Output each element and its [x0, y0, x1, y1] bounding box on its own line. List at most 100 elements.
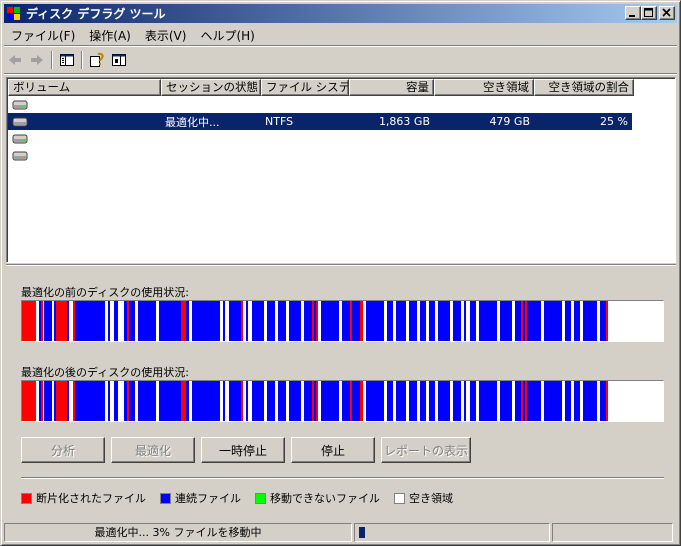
free-segment: [450, 381, 452, 421]
contiguous-segment: [583, 381, 597, 421]
defrag-app-icon: [7, 6, 20, 20]
close-button[interactable]: [659, 6, 675, 20]
free-segment: [69, 301, 73, 341]
free-segment: [467, 301, 469, 341]
maximize-button[interactable]: [641, 6, 657, 20]
free-segment: [497, 381, 499, 421]
menu-help[interactable]: ヘルプ(H): [193, 27, 261, 44]
volume-row-selected[interactable]: 最適化中... NTFS 1,863 GB 479 GB 25 %: [8, 113, 632, 130]
show-hide-console-tree-button[interactable]: [56, 49, 78, 71]
volume-row[interactable]: [8, 96, 632, 113]
contiguous-segment: [54, 301, 56, 341]
volume-row[interactable]: [8, 130, 632, 147]
analyze-button[interactable]: 分析: [21, 437, 105, 463]
free-segment: [597, 381, 599, 421]
contiguous-segment: [124, 301, 127, 341]
volume-cell: [8, 116, 161, 128]
contiguous-segment: [314, 301, 316, 341]
contiguous-segment: [321, 381, 339, 421]
free-segment: [571, 381, 573, 421]
fragmented-segment: [312, 381, 314, 421]
defrag-button[interactable]: 最適化: [111, 437, 195, 463]
column-session-status[interactable]: セッションの状態: [161, 79, 261, 96]
contiguous-segment: [192, 301, 220, 341]
contiguous-segment: [54, 381, 56, 421]
free-segment: [339, 301, 342, 341]
free-segment: [111, 301, 113, 341]
volume-list[interactable]: ボリューム セッションの状態 ファイル システム 容量 空き領域 空き領域の割合…: [6, 77, 676, 263]
volume-cell: [8, 150, 161, 162]
contiguous-segment: [565, 381, 571, 421]
action-pane-icon: [112, 54, 126, 66]
title-bar[interactable]: ディスク デフラグ ツール: [4, 4, 677, 23]
contiguous-segment: [229, 301, 241, 341]
free-segment: [220, 301, 222, 341]
volume-list-header: ボリューム セッションの状態 ファイル システム 容量 空き領域 空き領域の割合: [8, 79, 634, 96]
back-button[interactable]: [4, 49, 26, 71]
free-segment: [417, 301, 419, 341]
progress-panel: [354, 523, 550, 542]
contiguous-segment: [267, 301, 275, 341]
free-segment: [541, 381, 543, 421]
menu-action[interactable]: 操作(A): [82, 27, 138, 44]
minimize-button[interactable]: [625, 6, 641, 20]
splitter[interactable]: [6, 264, 676, 266]
free-segment: [118, 381, 120, 421]
column-volume[interactable]: ボリューム: [8, 79, 161, 96]
free-segment: [189, 381, 191, 421]
free-cell: 479 GB: [489, 115, 530, 128]
legend-contiguous: 連続ファイル: [160, 490, 241, 506]
view-report-button[interactable]: レポートの表示: [381, 437, 471, 463]
free-segment: [220, 381, 222, 421]
forward-arrow-icon: [31, 55, 43, 65]
free-swatch: [394, 492, 405, 504]
fragmented-segment: [525, 381, 527, 421]
column-capacity[interactable]: 容量: [349, 79, 434, 96]
forward-button[interactable]: [26, 49, 48, 71]
contiguous-segment: [192, 381, 220, 421]
fragmented-segment: [521, 301, 523, 341]
free-segment: [597, 301, 599, 341]
fragmented-segment: [606, 301, 608, 341]
free-segment: [275, 301, 277, 341]
free-segment: [105, 301, 107, 341]
menu-file[interactable]: ファイル(F): [4, 27, 82, 44]
volume-row[interactable]: [8, 147, 632, 164]
contiguous-segment: [470, 381, 476, 421]
contiguous-segment: [600, 301, 606, 341]
contiguous-segment: [352, 381, 360, 421]
column-free-space[interactable]: 空き領域: [434, 79, 534, 96]
progress-fill: [359, 527, 365, 538]
free-segment: [301, 381, 303, 421]
contiguous-segment: [289, 381, 301, 421]
contiguous-segment: [304, 381, 312, 421]
free-segment: [189, 301, 191, 341]
contiguous-segment: [314, 381, 316, 421]
toolbar-separator: [51, 51, 53, 69]
fragmented-segment: [360, 381, 363, 421]
free-segment: [384, 381, 386, 421]
contiguous-segment: [544, 381, 562, 421]
contiguous-segment: [44, 301, 52, 341]
fragmented-segment: [41, 381, 43, 421]
free-segment: [36, 301, 38, 341]
free-segment: [476, 301, 478, 341]
menu-view[interactable]: 表示(V): [138, 27, 194, 44]
stop-button[interactable]: 停止: [291, 437, 375, 463]
column-file-system[interactable]: ファイル システム: [261, 79, 349, 96]
pause-button[interactable]: 一時停止: [201, 437, 285, 463]
contiguous-segment: [159, 381, 181, 421]
contiguous-segment: [544, 301, 562, 341]
help-button[interactable]: [86, 49, 108, 71]
column-free-percent[interactable]: 空き領域の割合: [534, 79, 634, 96]
action-pane-button[interactable]: [108, 49, 130, 71]
contiguous-segment: [515, 301, 521, 341]
contiguous-segment: [108, 301, 110, 341]
contiguous-segment: [75, 381, 105, 421]
free-segment: [69, 381, 73, 421]
contiguous-segment: [500, 381, 512, 421]
free-segment: [118, 301, 120, 341]
contiguous-segment: [387, 301, 393, 341]
contiguous-segment: [67, 301, 69, 341]
free-segment: [286, 301, 288, 341]
